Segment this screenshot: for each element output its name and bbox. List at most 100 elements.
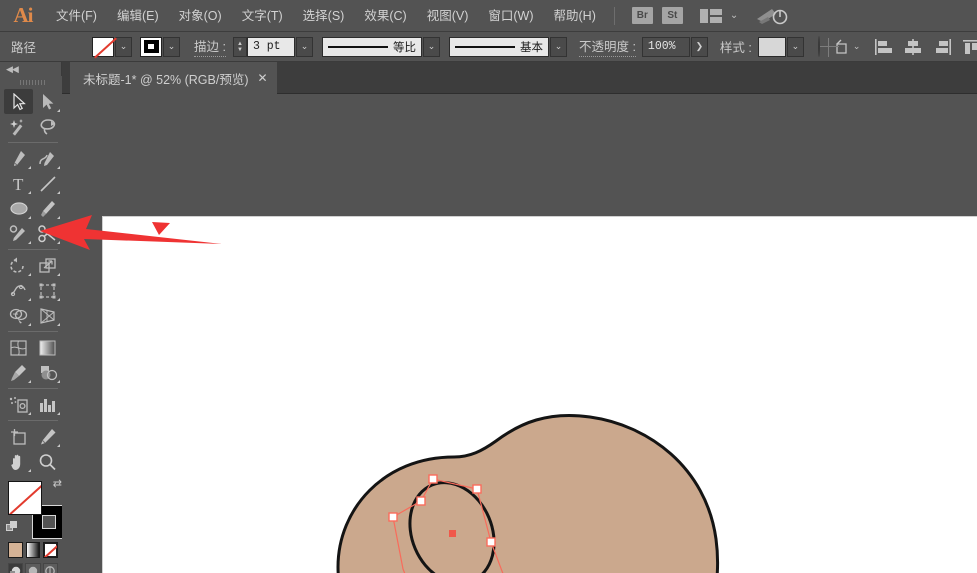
stroke-profile-combo[interactable]: 等比 <box>322 37 422 57</box>
align-center-horizontal-icon[interactable] <box>903 38 923 56</box>
pen-tool[interactable] <box>4 146 33 171</box>
magic-wand-tool[interactable] <box>4 114 33 139</box>
menu-effect[interactable]: 效果(C) <box>354 0 416 32</box>
menu-file[interactable]: 文件(F) <box>46 0 107 32</box>
tool-flyout-indicator[interactable] <box>28 191 31 194</box>
free-transform-tool[interactable] <box>33 278 62 303</box>
artboard-tool[interactable] <box>4 424 33 449</box>
selection-tool[interactable] <box>4 89 33 114</box>
gradient-tool[interactable] <box>33 335 62 360</box>
collapse-panel-button[interactable]: ◀◀ <box>0 62 61 76</box>
tool-flyout-indicator[interactable] <box>57 298 60 301</box>
fill-color-swatch[interactable] <box>8 481 42 515</box>
fill-swatch-button[interactable] <box>92 37 114 57</box>
none-swatch-button[interactable] <box>43 542 58 558</box>
tool-flyout-indicator[interactable] <box>28 323 31 326</box>
opacity-label[interactable]: 不透明度 : <box>579 36 636 57</box>
eyedropper-tool[interactable] <box>4 360 33 385</box>
stroke-dropdown-icon[interactable]: ⌄ <box>163 37 180 57</box>
stroke-swatch-button[interactable] <box>140 37 162 57</box>
default-fill-stroke-icon[interactable] <box>6 521 18 533</box>
ellipse-tool[interactable] <box>4 196 33 221</box>
perspective-grid-tool[interactable] <box>33 303 62 328</box>
align-left-icon[interactable] <box>874 38 894 56</box>
opacity-dropdown-icon[interactable]: ❯ <box>691 37 708 57</box>
mesh-tool[interactable] <box>4 335 33 360</box>
tools-panel-grip[interactable] <box>4 76 62 89</box>
blend-tool[interactable] <box>33 360 62 385</box>
opacity-input[interactable]: 100% <box>642 37 690 57</box>
swap-fill-stroke-icon[interactable]: ⇄ <box>53 477 62 490</box>
tool-flyout-indicator[interactable] <box>57 444 60 447</box>
tool-flyout-indicator[interactable] <box>57 412 60 415</box>
stroke-weight-input[interactable]: 3 pt <box>247 37 295 57</box>
slice-tool[interactable] <box>33 424 62 449</box>
menu-select[interactable]: 选择(S) <box>293 0 355 32</box>
artboard[interactable] <box>102 216 977 573</box>
lasso-tool[interactable] <box>33 114 62 139</box>
scissors-tool[interactable] <box>33 221 62 246</box>
gradient-swatch-button[interactable] <box>26 542 41 558</box>
type-tool[interactable]: T <box>4 171 33 196</box>
chevron-down-icon[interactable]: ⌄ <box>730 10 738 21</box>
tool-flyout-indicator[interactable] <box>28 273 31 276</box>
width-tool[interactable] <box>4 278 33 303</box>
tool-flyout-indicator[interactable] <box>57 380 60 383</box>
symbol-sprayer-tool[interactable] <box>4 392 33 417</box>
workspace-switcher-icon[interactable] <box>755 6 789 26</box>
bridge-button[interactable]: Br <box>632 7 653 24</box>
tool-flyout-indicator[interactable] <box>28 166 31 169</box>
rotate-tool[interactable] <box>4 253 33 278</box>
fill-dropdown-icon[interactable]: ⌄ <box>115 37 132 57</box>
style-dropdown-icon[interactable]: ⌄ <box>787 37 804 57</box>
stroke-weight-dropdown-icon[interactable]: ⌄ <box>296 37 313 57</box>
selection-layer[interactable] <box>103 217 977 573</box>
menu-object[interactable]: 对象(O) <box>169 0 232 32</box>
graphic-style-swatch[interactable] <box>758 37 786 57</box>
document-tab[interactable]: 未标题-1* @ 52% (RGB/预览) ✕ <box>70 62 277 94</box>
menu-edit[interactable]: 编辑(E) <box>107 0 169 32</box>
brush-definition-combo[interactable]: 基本 <box>449 37 549 57</box>
close-icon[interactable]: ✕ <box>258 72 268 84</box>
draw-normal-button[interactable] <box>8 563 23 573</box>
zoom-tool[interactable] <box>33 449 62 474</box>
draw-behind-button[interactable] <box>25 563 40 573</box>
brush-definition-dropdown-icon[interactable]: ⌄ <box>550 37 567 57</box>
stroke-weight-stepper[interactable]: ▲▼ <box>233 37 247 57</box>
align-top-icon[interactable] <box>961 38 977 56</box>
tool-flyout-indicator[interactable] <box>28 380 31 383</box>
recolor-artwork-icon[interactable] <box>818 36 820 57</box>
tool-flyout-indicator[interactable] <box>28 412 31 415</box>
line-segment-tool[interactable] <box>33 171 62 196</box>
arrange-documents-icon[interactable] <box>700 9 722 23</box>
direct-selection-tool[interactable] <box>33 89 62 114</box>
curvature-tool[interactable] <box>33 146 62 171</box>
tool-flyout-indicator[interactable] <box>28 298 31 301</box>
tool-flyout-indicator[interactable] <box>57 191 60 194</box>
menu-view[interactable]: 视图(V) <box>417 0 479 32</box>
tool-flyout-indicator[interactable] <box>28 216 31 219</box>
tool-flyout-indicator[interactable] <box>57 273 60 276</box>
menu-help[interactable]: 帮助(H) <box>544 0 606 32</box>
stroke-weight-label[interactable]: 描边 : <box>194 36 226 57</box>
draw-inside-button[interactable] <box>43 563 58 573</box>
canvas-area[interactable] <box>62 94 977 573</box>
menu-window[interactable]: 窗口(W) <box>478 0 543 32</box>
tool-flyout-indicator[interactable] <box>57 109 60 112</box>
tool-flyout-indicator[interactable] <box>57 323 60 326</box>
paintbrush-tool[interactable] <box>33 196 62 221</box>
color-swatch-button[interactable] <box>8 542 23 558</box>
align-right-icon[interactable] <box>932 38 952 56</box>
menu-type[interactable]: 文字(T) <box>232 0 293 32</box>
column-graph-tool[interactable] <box>33 392 62 417</box>
tool-flyout-indicator[interactable] <box>57 241 60 244</box>
transform-chevron-icon[interactable]: ⌄ <box>853 41 861 52</box>
stock-button[interactable]: St <box>662 7 683 24</box>
stroke-profile-dropdown-icon[interactable]: ⌄ <box>423 37 440 57</box>
shape-builder-tool[interactable] <box>4 303 33 328</box>
shaper-tool[interactable] <box>4 221 33 246</box>
tool-flyout-indicator[interactable] <box>28 469 31 472</box>
tool-flyout-indicator[interactable] <box>28 241 31 244</box>
tool-flyout-indicator[interactable] <box>57 166 60 169</box>
scale-tool[interactable] <box>33 253 62 278</box>
